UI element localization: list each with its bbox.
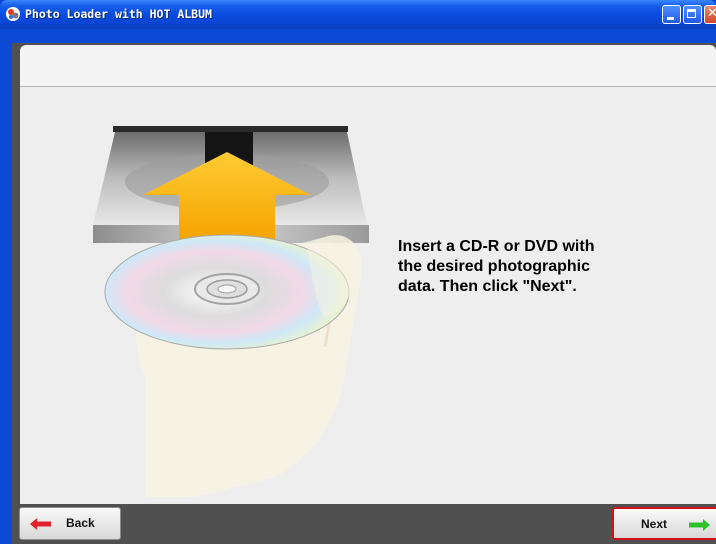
wizard-content: Insert a CD-R or DVD with the desired ph… xyxy=(20,87,716,504)
window-title: Photo Loader with HOT ALBUM xyxy=(25,7,212,21)
hand-inserting-disc-illustration xyxy=(93,126,369,497)
back-button[interactable]: Back xyxy=(19,507,121,540)
maximize-icon[interactable] xyxy=(683,5,702,24)
next-button-label: Next xyxy=(641,517,668,531)
arrow-left-icon xyxy=(30,518,51,530)
back-button-label: Back xyxy=(66,516,95,530)
title-bar[interactable]: Photo Loader with HOT ALBUM xyxy=(0,0,716,29)
next-button[interactable]: Next xyxy=(612,507,716,540)
app-window: Photo Loader with HOT ALBUM ✕ Insert a C… xyxy=(0,0,716,544)
arrow-right-icon xyxy=(689,519,710,531)
minimize-icon[interactable] xyxy=(662,5,681,24)
instruction-text: Insert a CD-R or DVD with the desired ph… xyxy=(398,238,595,295)
app-logo-icon xyxy=(6,7,20,21)
header-band xyxy=(20,45,716,86)
close-icon[interactable] xyxy=(704,5,716,24)
